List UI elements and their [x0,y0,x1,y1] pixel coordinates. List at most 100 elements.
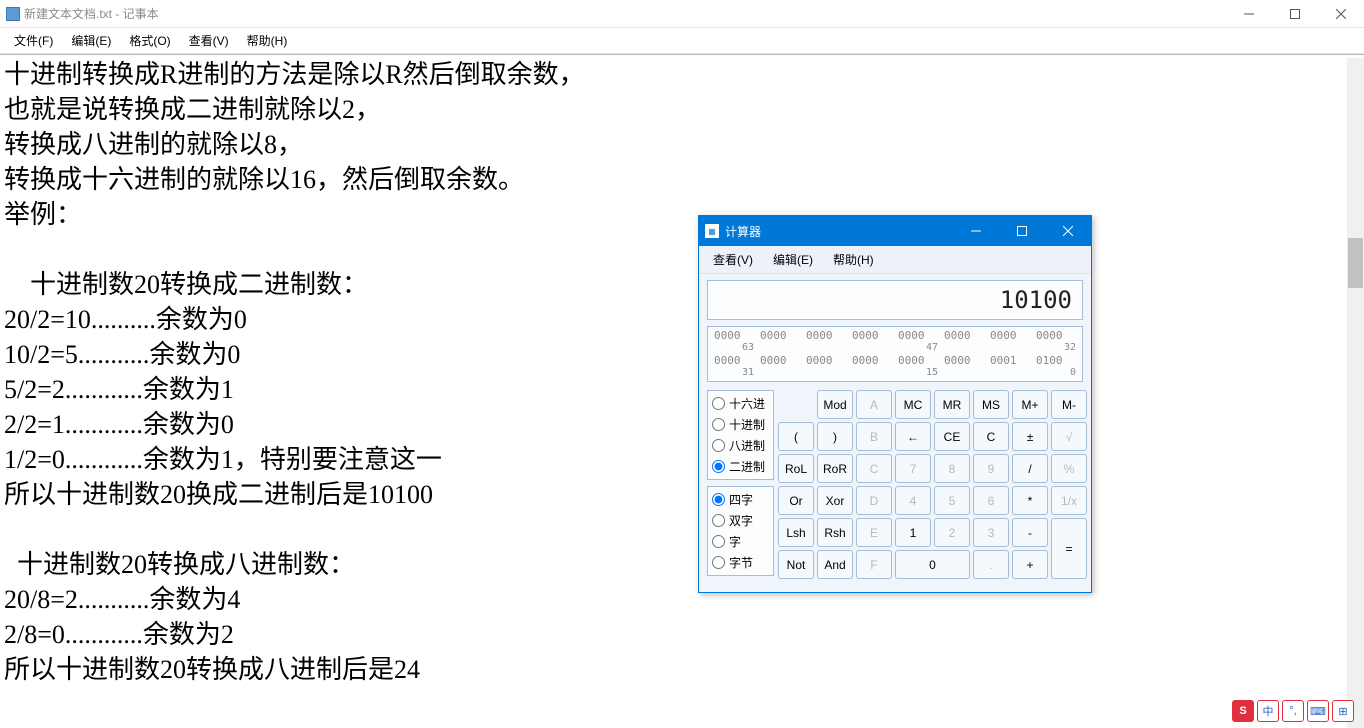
calc-btn-divide[interactable]: / [1012,454,1048,483]
bit-label [760,342,800,354]
calc-btn-a[interactable]: A [856,390,892,419]
calc-btn-f[interactable]: F [856,550,892,579]
close-button[interactable] [1318,0,1364,27]
menu-view[interactable]: 查看(V) [181,30,237,51]
calc-btn-multiply[interactable]: * [1012,486,1048,515]
calc-btn-mod[interactable]: Mod [817,390,853,419]
calc-menu-edit[interactable]: 编辑(E) [765,249,821,270]
calc-btn-0[interactable]: 0 [895,550,970,579]
calc-btn-hexc[interactable]: C [856,454,892,483]
calc-titlebar[interactable]: ▦ 计算器 [699,216,1091,246]
bit-group: 0000 [898,354,938,367]
calc-btn-or[interactable]: Or [778,486,814,515]
calc-btn-xor[interactable]: Xor [817,486,853,515]
calc-maximize-button[interactable] [999,216,1045,246]
calc-menu-help[interactable]: 帮助(H) [825,249,882,270]
calc-btn-negate[interactable]: ± [1012,422,1048,451]
calc-btn-ms[interactable]: MS [973,390,1009,419]
bit-label [852,342,892,354]
wordsize-byte[interactable]: 字节 [712,554,765,571]
calc-btn-ce[interactable]: CE [934,422,970,451]
minimize-button[interactable] [1226,0,1272,27]
calc-btn-decimal[interactable]: . [973,550,1009,579]
calc-btn-1[interactable]: 1 [895,518,931,547]
calc-btn-mminus[interactable]: M- [1051,390,1087,419]
maximize-button[interactable] [1272,0,1318,27]
radix-hex[interactable]: 十六进 [712,395,765,412]
calc-btn-and[interactable]: And [817,550,853,579]
calc-btn-backspace[interactable]: ← [895,422,931,451]
bit-label [944,367,984,379]
wordsize-dword[interactable]: 双字 [712,512,765,529]
wordsize-qword[interactable]: 四字 [712,491,765,508]
bit-group: 0000 [760,329,800,342]
calc-btn-rol[interactable]: RoL [778,454,814,483]
calc-btn-minus[interactable]: - [1012,518,1048,547]
calc-btn-mc[interactable]: MC [895,390,931,419]
radix-group: 十六进 十进制 八进制 二进制 [707,390,774,480]
calc-btn-7[interactable]: 7 [895,454,931,483]
notepad-text-area[interactable]: 十进制转换成R进制的方法是除以R然后倒取余数， 也就是说转换成二进制就除以2， … [0,54,1364,728]
ime-menu-icon[interactable]: ⊞ [1332,700,1354,722]
calc-title: 计算器 [725,223,761,240]
calc-btn-9[interactable]: 9 [973,454,1009,483]
ime-lang-icon[interactable]: 中 [1257,700,1279,722]
calc-button-grid: Mod A MC MR MS M+ M- ( ) B ← CE C ± √ Ro… [778,390,1087,584]
ime-logo-icon[interactable]: S [1232,700,1254,722]
calc-minimize-button[interactable] [953,216,999,246]
calc-btn-mplus[interactable]: M+ [1012,390,1048,419]
calc-btn-2[interactable]: 2 [934,518,970,547]
calc-btn-5[interactable]: 5 [934,486,970,515]
calc-btn-rsh[interactable]: Rsh [817,518,853,547]
bit-label [990,367,1030,379]
bit-label [806,367,846,379]
bit-label: 31 [714,367,754,379]
wordsize-word[interactable]: 字 [712,533,765,550]
ime-punct-icon[interactable]: °, [1282,700,1304,722]
calc-btn-reciprocal[interactable]: 1/x [1051,486,1087,515]
calc-btn-plus[interactable]: + [1012,550,1048,579]
calc-btn-ror[interactable]: RoR [817,454,853,483]
calc-btn-lsh[interactable]: Lsh [778,518,814,547]
calc-btn-rparen[interactable]: ) [817,422,853,451]
calc-btn-d[interactable]: D [856,486,892,515]
calc-btn-b[interactable]: B [856,422,892,451]
menu-format[interactable]: 格式(O) [121,30,178,51]
calc-btn-8[interactable]: 8 [934,454,970,483]
menu-file[interactable]: 文件(F) [6,30,61,51]
bit-group: 0000 [898,329,938,342]
bit-label: 15 [898,367,938,379]
calc-btn-6[interactable]: 6 [973,486,1009,515]
bit-group: 0000 [714,354,754,367]
calc-btn-c[interactable]: C [973,422,1009,451]
calc-menu-view[interactable]: 查看(V) [705,249,761,270]
calc-btn-equals[interactable]: = [1051,518,1087,579]
bit-group: 0000 [944,354,984,367]
calc-btn-3[interactable]: 3 [973,518,1009,547]
calc-close-button[interactable] [1045,216,1091,246]
calc-btn-sqrt[interactable]: √ [1051,422,1087,451]
radix-oct[interactable]: 八进制 [712,437,765,454]
bit-label: 32 [1036,342,1076,354]
radix-bin[interactable]: 二进制 [712,458,765,475]
calc-btn-e[interactable]: E [856,518,892,547]
calc-btn-mr[interactable]: MR [934,390,970,419]
radix-dec[interactable]: 十进制 [712,416,765,433]
calc-display: 10100 [707,280,1083,320]
bit-group: 0000 [852,354,892,367]
calculator-app-icon: ▦ [705,224,719,238]
calc-btn-percent[interactable]: % [1051,454,1087,483]
bit-label: 0 [1036,367,1076,379]
calc-btn-not[interactable]: Not [778,550,814,579]
scroll-thumb[interactable] [1348,238,1363,288]
bit-group: 0000 [1036,329,1076,342]
calc-bit-display[interactable]: 0000 0000 0000 0000 0000 0000 0000 0000 … [707,326,1083,382]
ime-keyboard-icon[interactable]: ⌨ [1307,700,1329,722]
calc-btn-4[interactable]: 4 [895,486,931,515]
notepad-window: 新建文本文档.txt - 记事本 文件(F) 编辑(E) 格式(O) 查看(V)… [0,0,1364,728]
vertical-scrollbar[interactable] [1347,58,1364,728]
calc-btn-lparen[interactable]: ( [778,422,814,451]
notepad-titlebar: 新建文本文档.txt - 记事本 [0,0,1364,28]
menu-help[interactable]: 帮助(H) [239,30,296,51]
menu-edit[interactable]: 编辑(E) [63,30,119,51]
